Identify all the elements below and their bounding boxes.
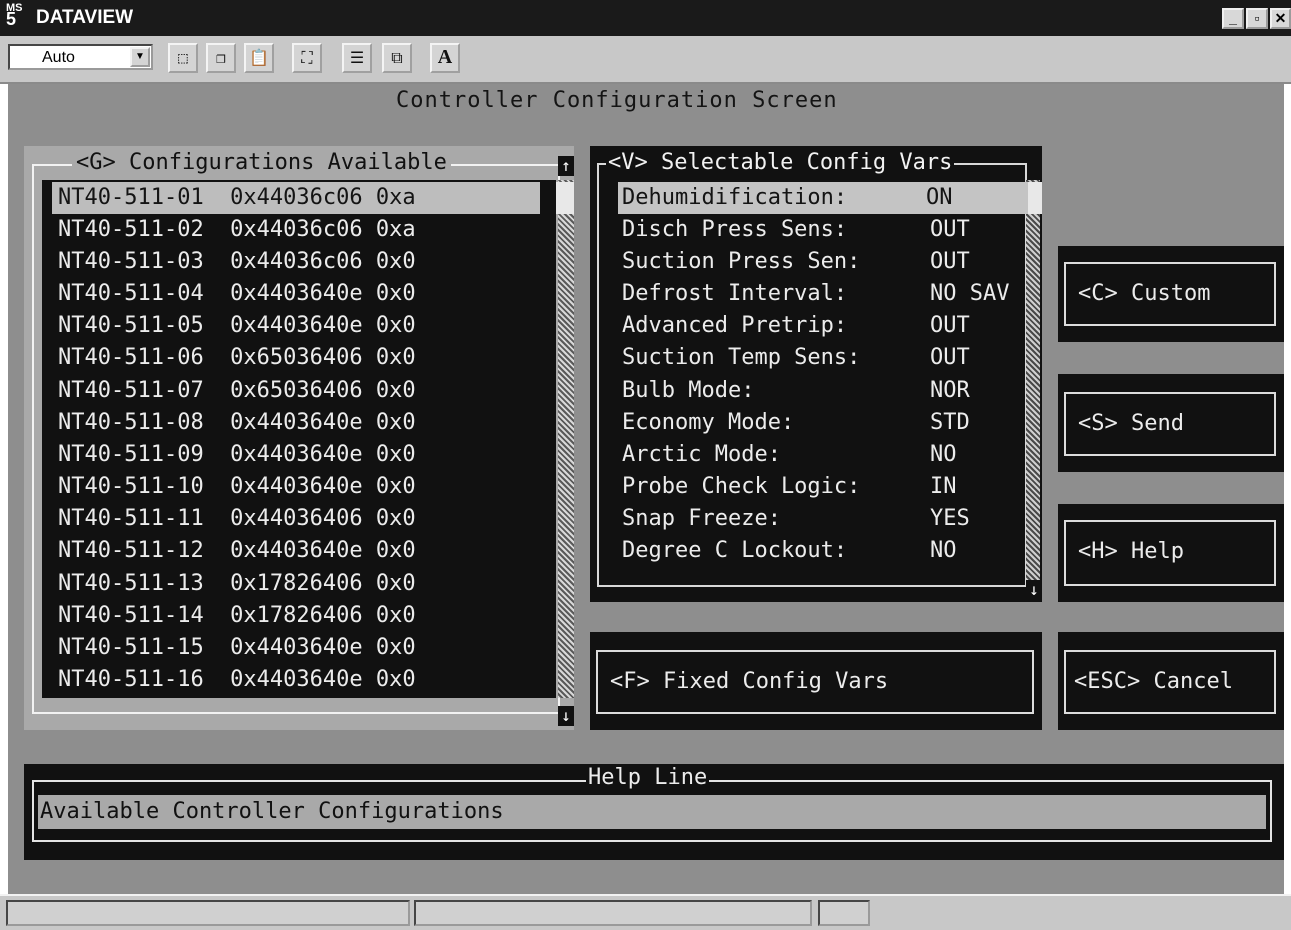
var-label: Advanced Pretrip: [622, 313, 848, 338]
config-var-row[interactable]: Suction Temp Sens: OUT [622, 342, 970, 374]
status-pane-3 [818, 900, 870, 926]
var-value: OUT [930, 313, 970, 338]
var-label: Suction Temp Sens: [622, 345, 861, 370]
config-row[interactable]: NT40-511-14 0x17826406 0x0 [58, 600, 416, 632]
scroll-down-icon[interactable]: ↓ [558, 706, 574, 726]
var-value: OUT [930, 249, 970, 274]
help-line-text: Available Controller Configurations [38, 795, 1266, 829]
paste-icon[interactable]: 📋 [244, 43, 274, 73]
config-row[interactable]: NT40-511-16 0x4403640e 0x0 [58, 664, 416, 696]
var-value: OUT [930, 345, 970, 370]
fixed-config-vars-button[interactable]: <F> Fixed Config Vars [596, 650, 1034, 714]
font-icon[interactable]: A [430, 43, 460, 73]
config-vars-scroll-thumb[interactable] [1026, 182, 1042, 214]
var-label: Probe Check Logic: [622, 474, 861, 499]
window-icon[interactable]: ⧉ [382, 43, 412, 73]
var-value: STD [930, 410, 970, 435]
app-logo-number: 5 [6, 9, 17, 29]
custom-button[interactable]: <C> Custom [1064, 262, 1276, 326]
custom-button-frame: <C> Custom [1058, 246, 1284, 342]
help-line-title: Help Line [586, 765, 710, 790]
config-row[interactable]: NT40-511-02 0x44036c06 0xa [58, 214, 416, 246]
var-label: Disch Press Sens: [622, 217, 848, 242]
config-row[interactable]: NT40-511-15 0x4403640e 0x0 [58, 632, 416, 664]
config-row[interactable]: NT40-511-09 0x4403640e 0x0 [58, 439, 416, 471]
config-var-row[interactable]: Degree C Lockout: NO [622, 535, 957, 567]
fullscreen-icon[interactable]: ⛶ [292, 43, 322, 73]
config-var-row-selected[interactable]: Dehumidification: ON [618, 182, 1028, 214]
window-title: DATAVIEW [36, 7, 134, 28]
status-pane-1 [6, 900, 410, 926]
config-var-row[interactable]: Economy Mode: STD [622, 407, 970, 439]
config-row[interactable]: NT40-511-06 0x65036406 0x0 [58, 342, 416, 374]
cancel-button[interactable]: <ESC> Cancel [1064, 650, 1276, 714]
properties-icon[interactable]: ☰ [342, 43, 372, 73]
chevron-down-icon[interactable]: ▼ [130, 47, 150, 67]
var-label: Snap Freeze: [622, 506, 781, 531]
var-value: NO SAV [930, 281, 1010, 306]
config-row[interactable]: NT40-511-11 0x44036406 0x0 [58, 503, 416, 535]
config-row-selected[interactable]: NT40-511-01 0x44036c06 0xa [52, 182, 540, 214]
fixed-vars-button-frame: <F> Fixed Config Vars [590, 632, 1042, 730]
minimize-button[interactable]: _ [1222, 8, 1244, 29]
help-button-frame: <H> Help [1058, 504, 1284, 602]
config-vars-title: <V> Selectable Config Vars [606, 150, 955, 175]
config-row[interactable]: NT40-511-05 0x4403640e 0x0 [58, 310, 416, 342]
config-row[interactable]: NT40-511-03 0x44036c06 0x0 [58, 246, 416, 278]
config-var-row[interactable]: Bulb Mode: NOR [622, 375, 970, 407]
config-var-row[interactable]: Defrost Interval: NO SAV [622, 278, 1009, 310]
var-label: Dehumidification: [622, 185, 848, 210]
var-label: Degree C Lockout: [622, 538, 848, 563]
config-var-row[interactable]: Snap Freeze: YES [622, 503, 970, 535]
var-label: Arctic Mode: [622, 442, 781, 467]
configurations-scrollbar[interactable] [558, 180, 574, 698]
var-label: Economy Mode: [622, 410, 795, 435]
config-row[interactable]: NT40-511-13 0x17826406 0x0 [58, 568, 416, 600]
var-value: NO [930, 442, 957, 467]
zoom-value: Auto [42, 49, 75, 66]
maximize-button[interactable]: ▫ [1246, 8, 1268, 29]
cancel-button-frame: <ESC> Cancel [1058, 632, 1284, 730]
config-row[interactable]: NT40-511-10 0x4403640e 0x0 [58, 471, 416, 503]
config-row[interactable]: NT40-511-08 0x4403640e 0x0 [58, 407, 416, 439]
help-button[interactable]: <H> Help [1064, 520, 1276, 586]
var-value: ON [926, 185, 953, 210]
var-value: NOR [930, 378, 970, 403]
var-label: Bulb Mode: [622, 378, 755, 403]
config-row[interactable]: NT40-511-12 0x4403640e 0x0 [58, 535, 416, 567]
config-var-row[interactable]: Suction Press Sen: OUT [622, 246, 970, 278]
screen-title: Controller Configuration Screen [396, 88, 838, 113]
scroll-up-icon[interactable]: ↑ [558, 156, 574, 176]
configurations-scroll-thumb[interactable] [556, 182, 574, 214]
var-value: YES [930, 506, 970, 531]
select-rect-icon[interactable]: ⬚ [168, 43, 198, 73]
app-logo: MS 5 [6, 3, 23, 29]
status-pane-2 [414, 900, 812, 926]
config-vars-scrollbar[interactable] [1026, 180, 1040, 580]
zoom-select[interactable]: Auto ▼ [8, 44, 153, 70]
var-value: OUT [930, 217, 970, 242]
title-bar: MS 5 DATAVIEW _ ▫ ✕ [0, 0, 1291, 36]
send-button[interactable]: <S> Send [1064, 392, 1276, 456]
var-label: Suction Press Sen: [622, 249, 861, 274]
var-label: Defrost Interval: [622, 281, 848, 306]
close-button[interactable]: ✕ [1270, 8, 1291, 29]
var-value: IN [930, 474, 957, 499]
scroll-down-icon[interactable]: ↓ [1026, 580, 1042, 600]
configurations-title: <G> Configurations Available [72, 150, 451, 175]
copy-icon[interactable]: ❐ [206, 43, 236, 73]
send-button-frame: <S> Send [1058, 374, 1284, 472]
config-row[interactable]: NT40-511-04 0x4403640e 0x0 [58, 278, 416, 310]
var-value: NO [930, 538, 957, 563]
config-var-row[interactable]: Arctic Mode: NO [622, 439, 957, 471]
config-row[interactable]: NT40-511-07 0x65036406 0x0 [58, 375, 416, 407]
config-var-row[interactable]: Disch Press Sens: OUT [622, 214, 970, 246]
config-var-row[interactable]: Advanced Pretrip: OUT [622, 310, 970, 342]
config-var-row[interactable]: Probe Check Logic: IN [622, 471, 957, 503]
